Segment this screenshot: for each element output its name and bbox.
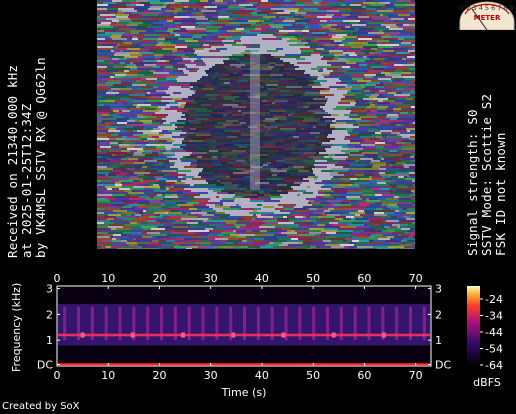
s-meter-dial-icon: 1 2 3 4 5 6 7 8 9 METER [459, 1, 515, 31]
signal-strength-line: Signal strength: S0 [465, 109, 480, 256]
time-axis-label: Time (s) [221, 386, 267, 398]
credit-text: Created by SoX [2, 401, 80, 412]
time-tick-bottom: 30 [204, 369, 218, 382]
freq-tick-right: DC [435, 359, 451, 372]
colorbar-tick: -34 [485, 310, 503, 323]
received-line-station: by VK4MSL SSTV RX @ QG62ln [33, 57, 48, 258]
freq-axis-label: Frequency (kHz) [10, 283, 23, 372]
sstv-noise-image [97, 0, 415, 249]
received-line-frequency: Received on 21340.000 kHz [5, 64, 20, 258]
s-meter: 1 2 3 4 5 6 7 8 9 METER [458, 0, 516, 31]
sstv-image [97, 0, 415, 249]
time-tick-top: 60 [357, 272, 371, 285]
sync-pulse-mark [281, 332, 286, 338]
freq-ticks-right: 3 2 1 DC [428, 283, 451, 372]
time-tick-top: 70 [409, 272, 423, 285]
s-meter-label: METER [474, 14, 501, 22]
sstv-mode-line: SSTV Mode: Scottie S2 [479, 93, 494, 256]
sync-pulse-mark [80, 332, 85, 338]
spectrogram-svg: Frequency (kHz) 0 10 20 30 40 50 60 70 0 10 20 30 4… [10, 272, 503, 398]
colorbar-tick: -54 [485, 343, 503, 356]
sync-pulse-mark [181, 332, 186, 338]
time-tick-bottom: 0 [54, 369, 61, 382]
time-tick-top: 30 [204, 272, 218, 285]
colorbar-unit: dBFS [473, 376, 501, 389]
time-tick-bottom: 50 [306, 369, 320, 382]
colorbar-ticks: -24 -34 -44 -54 -64 [480, 293, 503, 372]
colorbar-tick: -24 [485, 293, 503, 306]
sync-pulse-mark [231, 332, 236, 338]
time-tick-bottom: 40 [255, 369, 269, 382]
colorbar [467, 286, 480, 366]
time-tick-bottom: 10 [101, 369, 115, 382]
freq-tick-left: 2 [46, 308, 53, 321]
freq-tick-left: 3 [46, 283, 53, 296]
colorbar-tick: -44 [485, 326, 503, 339]
time-tick-top: 10 [101, 272, 115, 285]
sync-pulse-mark [130, 332, 135, 338]
fsk-id-line: FSK ID not known [493, 132, 508, 256]
sync-pulse-mark [331, 332, 336, 338]
received-line-time: at 2025-01-25T12:34Z [19, 103, 34, 258]
time-tick-top: 0 [54, 272, 61, 285]
time-tick-top: 50 [306, 272, 320, 285]
time-tick-bottom: 60 [357, 369, 371, 382]
freq-tick-right: 2 [435, 308, 442, 321]
freq-tick-left: 1 [46, 334, 53, 347]
signal-caption: Signal strength: S0 SSTV Mode: Scottie S… [465, 93, 508, 256]
freq-tick-right: 1 [435, 334, 442, 347]
received-caption: Received on 21340.000 kHz at 2025-01-25T… [5, 57, 48, 258]
time-tick-bottom: 70 [409, 369, 423, 382]
spectrogram-panel: Frequency (kHz) 0 10 20 30 40 50 60 70 0 10 20 30 4… [0, 268, 516, 398]
colorbar-tick: -64 [485, 359, 503, 372]
time-tick-top: 20 [152, 272, 166, 285]
freq-tick-right: 3 [435, 283, 442, 296]
freq-tick-left: DC [37, 359, 53, 372]
time-tick-bottom: 20 [152, 369, 166, 382]
sync-pulse-mark [381, 332, 386, 338]
time-tick-top: 40 [255, 272, 269, 285]
s-meter-scale: 1 2 3 4 5 6 7 8 9 [460, 4, 514, 12]
